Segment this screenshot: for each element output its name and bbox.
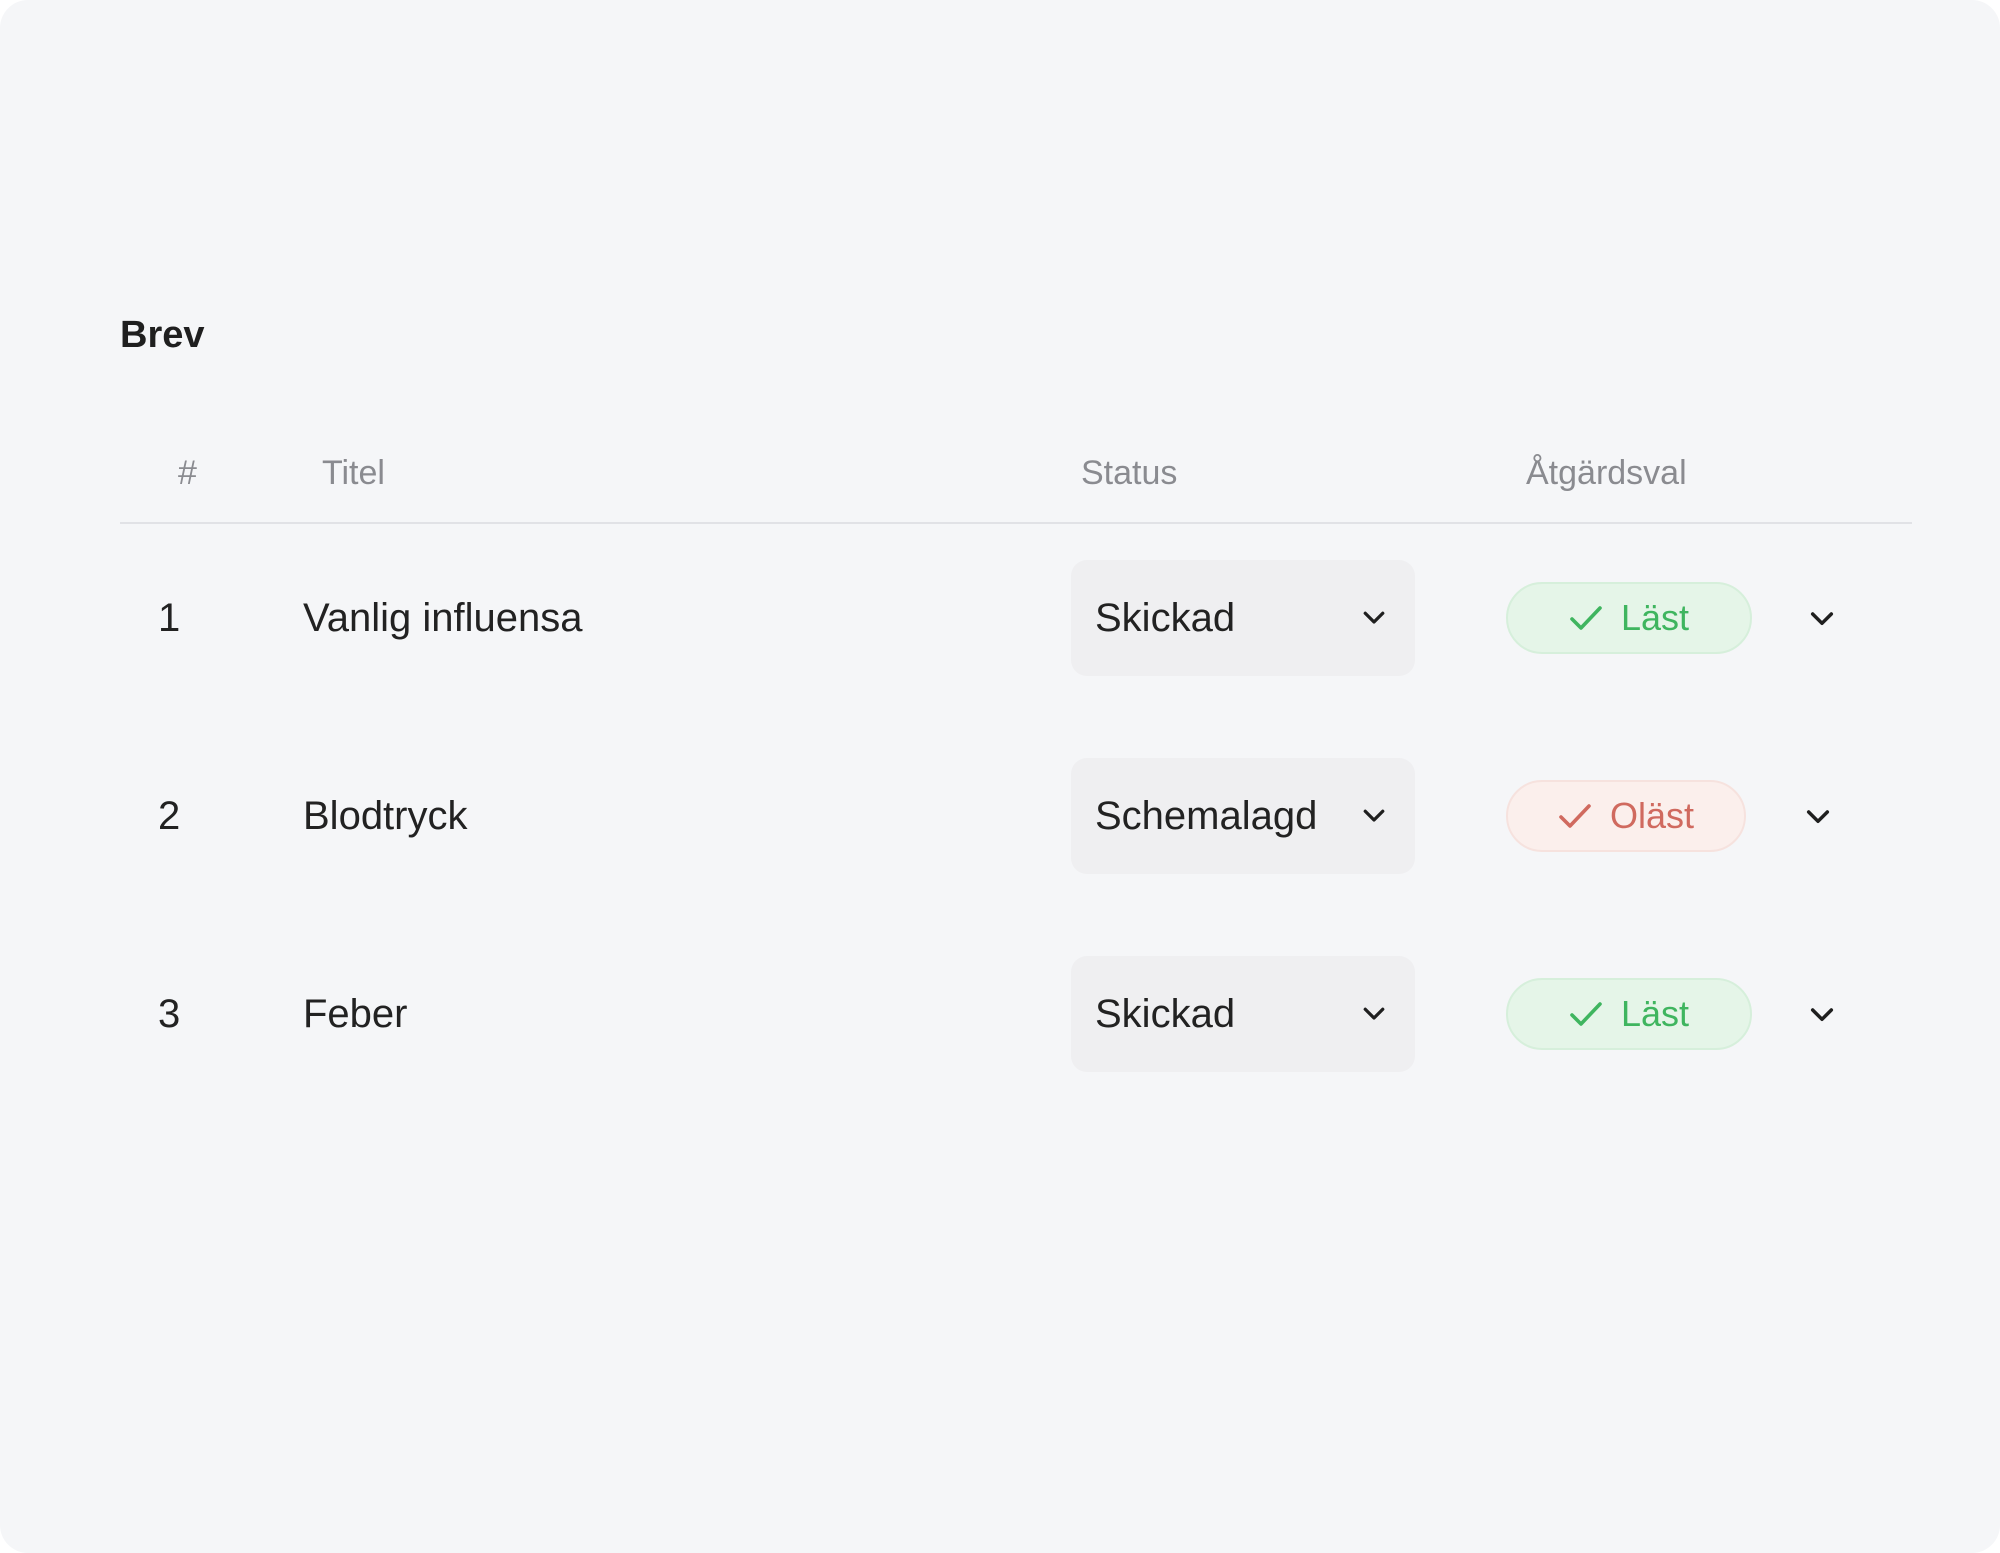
read-status-badge[interactable]: Läst [1506, 582, 1752, 654]
column-header-status: Status [1081, 454, 1178, 492]
table-row: 2 Blodtryck Schemalagd Oläst [120, 722, 1912, 920]
chevron-down-icon [1363, 1007, 1385, 1020]
status-select-value: Skickad [1095, 992, 1236, 1036]
row-title: Feber [303, 992, 408, 1036]
row-number: 2 [158, 794, 181, 838]
unread-status-badge[interactable]: Oläst [1506, 780, 1746, 852]
section-title: Brev [120, 314, 205, 356]
letters-table: # Titel Status Åtgärdsval 1 Vanlig influ… [120, 430, 1912, 1118]
check-icon [1570, 606, 1602, 630]
row-title: Blodtryck [303, 794, 468, 838]
status-select[interactable]: Schemalagd [1071, 758, 1415, 874]
chevron-down-icon [1363, 611, 1385, 624]
column-header-action: Åtgärdsval [1526, 454, 1687, 492]
table-row: 1 Vanlig influensa Skickad Läst [120, 524, 1912, 722]
row-number: 3 [158, 992, 181, 1036]
row-title: Vanlig influensa [303, 596, 583, 640]
status-select-value: Schemalagd [1095, 794, 1318, 838]
column-header-number: # [178, 454, 197, 492]
chevron-down-icon[interactable] [1806, 998, 1838, 1030]
check-icon [1570, 1002, 1602, 1026]
row-number: 1 [158, 596, 181, 640]
letters-card: Brev # Titel Status Åtgärdsval 1 Vanlig … [0, 0, 2000, 1553]
status-select[interactable]: Skickad [1071, 560, 1415, 676]
check-icon [1559, 804, 1591, 828]
badge-label: Läst [1620, 993, 1690, 1034]
table-header: # Titel Status Åtgärdsval [120, 430, 1912, 524]
read-status-badge[interactable]: Läst [1506, 978, 1752, 1050]
table-row: 3 Feber Skickad Läst [120, 920, 1912, 1118]
chevron-down-icon [1363, 809, 1385, 822]
badge-label: Oläst [1609, 795, 1695, 836]
status-select-value: Skickad [1095, 596, 1236, 640]
status-select[interactable]: Skickad [1071, 956, 1415, 1072]
badge-label: Läst [1620, 597, 1690, 638]
column-header-title: Titel [322, 454, 385, 492]
chevron-down-icon[interactable] [1802, 800, 1834, 832]
chevron-down-icon[interactable] [1806, 602, 1838, 634]
